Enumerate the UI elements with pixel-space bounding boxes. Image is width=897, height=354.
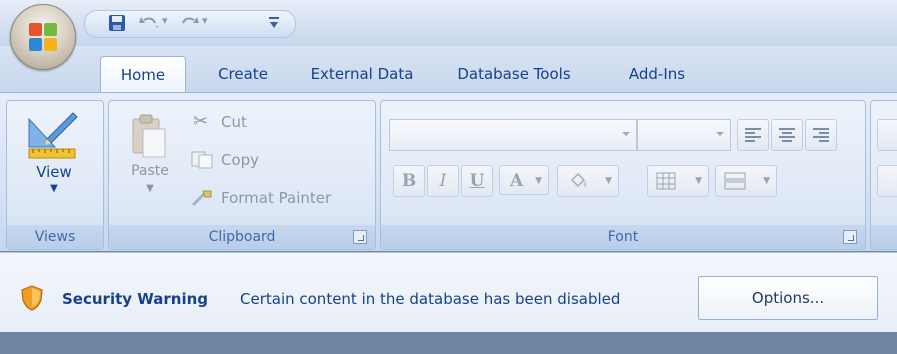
fill-color-dropdown-icon: ▼	[605, 176, 612, 186]
font-color-button[interactable]: A ▼	[499, 165, 549, 195]
customize-qat-icon[interactable]	[268, 16, 280, 30]
copy-label: Copy	[221, 151, 260, 169]
font-color-dropdown-icon: ▼	[535, 176, 542, 186]
font-size-combo[interactable]	[637, 119, 731, 151]
view-icon	[28, 112, 78, 159]
workspace-area	[0, 332, 897, 354]
gridlines-dropdown-icon: ▼	[695, 176, 702, 186]
format-painter-label: Format Painter	[221, 189, 332, 207]
redo-icon[interactable]	[178, 14, 200, 32]
fill-color-icon	[570, 172, 587, 188]
paste-button[interactable]: Paste ▼	[117, 105, 183, 217]
cut-label: Cut	[221, 113, 247, 131]
align-left-icon	[745, 128, 761, 144]
align-center-button[interactable]	[771, 119, 803, 151]
views-group: View ▼ Views	[6, 100, 104, 250]
rich-text-group	[870, 100, 897, 250]
cut-icon: ✂	[193, 111, 209, 132]
save-icon[interactable]	[108, 14, 126, 32]
alternate-fill-icon	[724, 172, 746, 190]
tab-create[interactable]: Create	[198, 56, 288, 92]
paste-icon	[132, 114, 166, 158]
font-group-label: Font	[381, 225, 865, 249]
alternate-fill-button[interactable]: ▼	[715, 165, 777, 197]
clipboard-group-label: Clipboard	[109, 225, 375, 249]
fill-color-button[interactable]: ▼	[557, 165, 619, 197]
clipboard-dialog-launcher-icon[interactable]	[353, 230, 367, 244]
tab-home[interactable]: Home	[100, 56, 186, 93]
gridlines-icon	[656, 172, 676, 190]
options-button[interactable]: Options...	[698, 276, 878, 320]
security-warning-text: Certain content in the database has been…	[240, 290, 621, 308]
shield-icon	[21, 285, 43, 311]
paste-dropdown-icon: ▼	[146, 183, 154, 194]
format-painter-icon	[191, 190, 212, 207]
font-dialog-launcher-icon[interactable]	[843, 230, 857, 244]
view-label: View	[36, 163, 72, 181]
decrease-indent-button[interactable]	[877, 165, 897, 197]
copy-icon	[191, 151, 213, 169]
align-right-button[interactable]	[805, 119, 837, 151]
font-size-dropdown-icon	[716, 132, 724, 136]
font-name-combo[interactable]	[389, 119, 637, 151]
italic-button[interactable]: I	[427, 165, 459, 197]
views-group-label: Views	[7, 225, 103, 249]
security-warning-title: Security Warning	[62, 290, 209, 308]
bold-button[interactable]: B	[393, 165, 425, 197]
font-color-label: A	[510, 171, 524, 191]
font-name-dropdown-icon	[622, 132, 630, 136]
increase-indent-button[interactable]	[877, 119, 897, 151]
font-group: B I U A ▼ ▼ ▼ ▼ Font	[380, 100, 866, 250]
undo-dropdown-icon[interactable]: ▾	[162, 14, 168, 27]
alternate-fill-dropdown-icon: ▼	[763, 176, 770, 186]
office-logo-icon	[29, 23, 57, 51]
align-center-icon	[779, 128, 795, 144]
gridlines-button[interactable]: ▼	[647, 165, 709, 197]
view-button[interactable]: View ▼	[11, 105, 97, 217]
office-button[interactable]	[10, 4, 76, 70]
paste-label: Paste	[131, 163, 169, 179]
rich-text-group-label	[871, 225, 897, 249]
align-left-button[interactable]	[737, 119, 769, 151]
align-right-icon	[813, 128, 829, 144]
view-dropdown-icon: ▼	[50, 183, 58, 194]
tab-database-tools[interactable]: Database Tools	[436, 56, 592, 92]
redo-dropdown-icon[interactable]: ▾	[202, 14, 208, 27]
tab-external-data[interactable]: External Data	[298, 56, 426, 92]
clipboard-group: Paste ▼ ✂ Cut Copy Format Painter Clipbo…	[108, 100, 376, 250]
underline-button[interactable]: U	[461, 165, 493, 197]
tab-add-ins[interactable]: Add-Ins	[602, 56, 712, 92]
undo-icon[interactable]	[138, 14, 160, 32]
